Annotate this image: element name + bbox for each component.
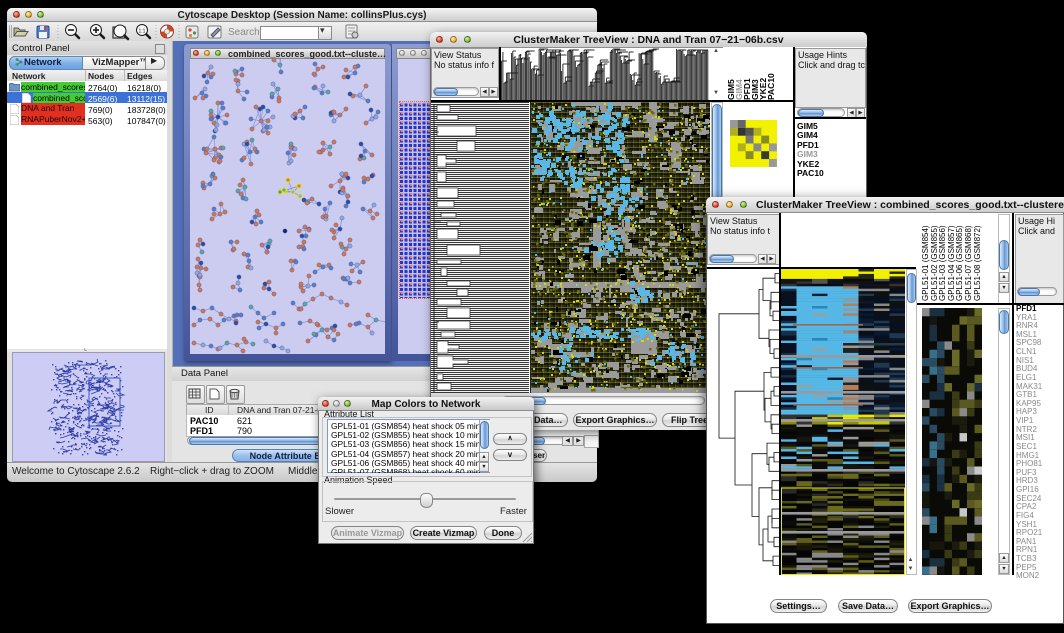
svg-text:1:1: 1:1 (139, 29, 146, 35)
